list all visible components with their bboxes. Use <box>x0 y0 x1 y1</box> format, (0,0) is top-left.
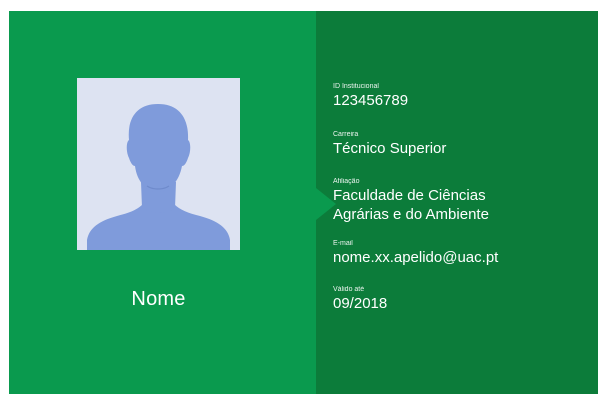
email-caption: E-mail <box>333 240 353 247</box>
valid-until-value: 09/2018 <box>333 295 388 312</box>
career-value: Técnico Superior <box>333 140 447 157</box>
valid-until-field: Válido até 09/2018 <box>333 286 593 313</box>
id-field: ID Institucional 123456789 <box>333 83 593 110</box>
career-caption: Carreira <box>333 131 359 138</box>
email-field: E-mail nome.xx.apelido@uac.pt <box>333 240 593 267</box>
affiliation-value-line-1: Faculdade de Ciências <box>333 187 486 204</box>
affiliation-field: Afiliação Faculdade de Ciências Agrárias… <box>333 178 593 224</box>
valid-until-caption: Válido até <box>333 286 365 293</box>
id-value: 123456789 <box>333 92 409 109</box>
affiliation-caption: Afiliação <box>333 178 360 185</box>
affiliation-value-line-2: Agrárias e do Ambiente <box>333 206 489 223</box>
id-caption: ID Institucional <box>333 83 379 90</box>
career-field: Carreira Técnico Superior <box>333 131 593 158</box>
person-silhouette-icon <box>77 78 240 250</box>
profile-photo <box>77 78 240 250</box>
holder-name: Nome <box>131 288 186 310</box>
email-value: nome.xx.apelido@uac.pt <box>333 249 499 266</box>
